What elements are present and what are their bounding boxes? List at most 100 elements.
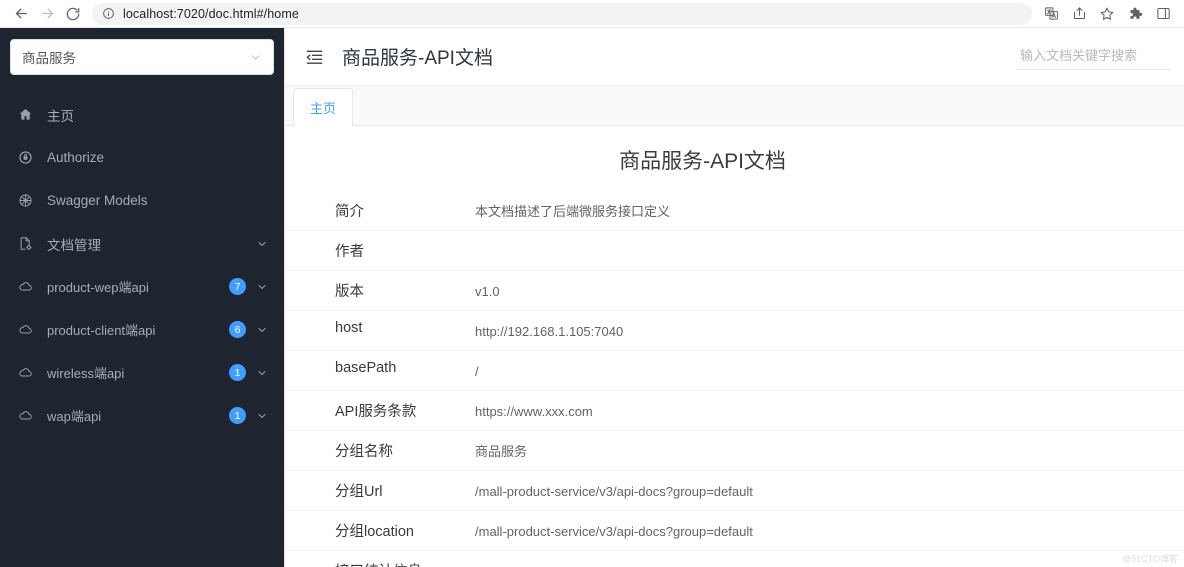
api-count-badge: 6 bbox=[229, 321, 246, 338]
sidebar-item-label: 文档管理 bbox=[47, 237, 101, 253]
watermark-divider bbox=[1090, 550, 1184, 551]
cloud-icon bbox=[18, 408, 38, 423]
sidebar-item-wap-api[interactable]: wap端api 1 bbox=[0, 394, 284, 437]
document-heading: 商品服务-API文档 bbox=[619, 150, 786, 173]
search-box[interactable] bbox=[1018, 43, 1170, 70]
row-key: 作者 bbox=[335, 244, 364, 260]
tab-home[interactable]: 主页 bbox=[293, 88, 354, 126]
forward-button[interactable] bbox=[34, 1, 60, 27]
translate-icon[interactable] bbox=[1038, 2, 1064, 26]
row-value: / bbox=[475, 364, 479, 379]
row-key: 分组location bbox=[335, 524, 414, 540]
back-button[interactable] bbox=[8, 1, 34, 27]
row-value: POST 10 GET 5 bbox=[475, 560, 1184, 567]
browser-toolbar: localhost:7020/doc.html#/home bbox=[0, 0, 1184, 28]
chevron-down-icon[interactable] bbox=[256, 281, 268, 293]
app-root: 商品服务 主页 Authorize Swagger Models 文档管理 pr… bbox=[0, 28, 1184, 567]
sidebar-item-wireless-api[interactable]: wireless端api 1 bbox=[0, 351, 284, 394]
sidebar-item-home[interactable]: 主页 bbox=[0, 93, 284, 136]
lock-icon bbox=[18, 150, 38, 165]
row-key: 版本 bbox=[335, 284, 364, 300]
reload-button[interactable] bbox=[60, 1, 86, 27]
row-key: API服务条款 bbox=[335, 404, 417, 420]
service-select[interactable]: 商品服务 bbox=[10, 39, 274, 75]
table-row-stats: 接口统计信息 POST 10 GET 5 bbox=[285, 551, 1184, 567]
row-key: 接口统计信息 bbox=[285, 560, 475, 567]
browser-action-icons bbox=[1038, 2, 1176, 26]
table-row: basePath / bbox=[285, 351, 1184, 391]
sidebar-item-label: product-client端api bbox=[47, 323, 156, 338]
chevron-down-icon[interactable] bbox=[256, 367, 268, 379]
table-row: 作者 bbox=[285, 231, 1184, 271]
row-key: 分组名称 bbox=[335, 444, 393, 460]
row-key: host bbox=[335, 320, 363, 336]
sidebar-item-product-client-api[interactable]: product-client端api 6 bbox=[0, 308, 284, 351]
cloud-icon bbox=[18, 322, 38, 337]
method-stats-table: POST 10 GET 5 bbox=[475, 560, 1164, 567]
share-icon[interactable] bbox=[1066, 2, 1092, 26]
row-value: 本文档描述了后端微服务接口定义 bbox=[475, 204, 671, 219]
cloud-icon bbox=[18, 279, 38, 294]
chevron-down-icon[interactable] bbox=[256, 324, 268, 336]
table-row: 分组location /mall-product-service/v3/api-… bbox=[285, 511, 1184, 551]
service-select-value: 商品服务 bbox=[22, 51, 76, 66]
swagger-gem-icon bbox=[18, 193, 38, 208]
table-row: 版本 v1.0 bbox=[285, 271, 1184, 311]
arrow-left-icon bbox=[13, 5, 30, 22]
extensions-puzzle-icon[interactable] bbox=[1122, 2, 1148, 26]
arrow-right-icon bbox=[39, 5, 56, 22]
stat-row: POST 10 bbox=[475, 560, 1164, 567]
row-key: 简介 bbox=[335, 204, 364, 220]
row-value bbox=[475, 240, 1184, 242]
table-row: 分组名称 商品服务 bbox=[285, 431, 1184, 471]
sidebar-item-authorize[interactable]: Authorize bbox=[0, 136, 284, 179]
header-bar: 商品服务-API文档 bbox=[285, 28, 1184, 86]
menu-fold-icon[interactable] bbox=[305, 47, 324, 66]
search-input[interactable] bbox=[1018, 43, 1170, 70]
chevron-down-icon[interactable] bbox=[256, 238, 268, 250]
page-title: 商品服务-API文档 bbox=[342, 48, 493, 69]
table-row: 分组Url /mall-product-service/v3/api-docs?… bbox=[285, 471, 1184, 511]
home-icon bbox=[18, 107, 38, 122]
row-value: v1.0 bbox=[475, 284, 500, 299]
row-key: 分组Url bbox=[335, 484, 383, 500]
row-value: 商品服务 bbox=[475, 444, 528, 459]
row-value: https://www.xxx.com bbox=[475, 404, 593, 419]
watermark-label: @51CTO博客 bbox=[1122, 554, 1178, 564]
sidebar-item-doc-management[interactable]: 文档管理 bbox=[0, 222, 284, 265]
address-bar-url: localhost:7020/doc.html#/home bbox=[123, 6, 299, 21]
row-value: /mall-product-service/v3/api-docs?group=… bbox=[475, 484, 753, 499]
info-circle-icon[interactable] bbox=[102, 7, 115, 20]
row-value: /mall-product-service/v3/api-docs?group=… bbox=[475, 524, 753, 539]
content-panel: 商品服务-API文档 简介 本文档描述了后端微服务接口定义 作者 版本 v1.0… bbox=[285, 126, 1184, 567]
cloud-icon bbox=[18, 365, 38, 380]
table-row: 简介 本文档描述了后端微服务接口定义 bbox=[285, 191, 1184, 231]
main-area: 商品服务-API文档 主页 商品服务-API文档 简介 本文档描述了后端微服务接… bbox=[285, 28, 1184, 567]
table-row: host http://192.168.1.105:7040 bbox=[285, 311, 1184, 351]
file-settings-icon bbox=[18, 236, 38, 251]
api-count-badge: 1 bbox=[229, 364, 246, 381]
side-panel-icon[interactable] bbox=[1150, 2, 1176, 26]
document-info-table: 简介 本文档描述了后端微服务接口定义 作者 版本 v1.0 host http:… bbox=[285, 191, 1184, 567]
row-value: http://192.168.1.105:7040 bbox=[475, 324, 624, 339]
tab-strip: 主页 bbox=[285, 86, 1184, 126]
chevron-down-icon bbox=[249, 51, 262, 64]
address-bar[interactable]: localhost:7020/doc.html#/home bbox=[92, 2, 1032, 25]
sidebar-item-label: wap端api bbox=[47, 409, 102, 424]
chevron-down-icon[interactable] bbox=[256, 410, 268, 422]
api-count-badge: 7 bbox=[229, 278, 246, 295]
tab-label: 主页 bbox=[310, 101, 337, 116]
sidebar-item-label: product-wep端api bbox=[47, 280, 149, 295]
sidebar: 商品服务 主页 Authorize Swagger Models 文档管理 pr… bbox=[0, 28, 285, 567]
api-count-badge: 1 bbox=[229, 407, 246, 424]
sidebar-item-label: Authorize bbox=[47, 150, 105, 165]
sidebar-item-label: Swagger Models bbox=[47, 193, 148, 208]
sidebar-item-swagger-models[interactable]: Swagger Models bbox=[0, 179, 284, 222]
sidebar-item-label: 主页 bbox=[47, 108, 74, 124]
row-key: basePath bbox=[335, 360, 397, 376]
bookmark-star-icon[interactable] bbox=[1094, 2, 1120, 26]
reload-icon bbox=[65, 6, 81, 22]
sidebar-item-label: wireless端api bbox=[47, 366, 125, 381]
sidebar-menu: 主页 Authorize Swagger Models 文档管理 product… bbox=[0, 93, 284, 437]
sidebar-item-product-wep-api[interactable]: product-wep端api 7 bbox=[0, 265, 284, 308]
